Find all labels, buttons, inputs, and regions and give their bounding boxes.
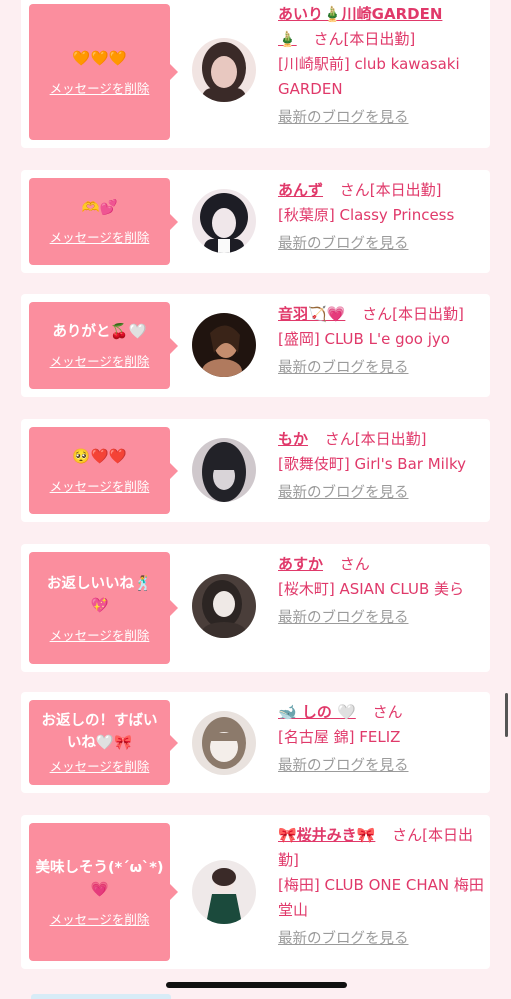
status-text: さん[本日出勤] xyxy=(324,430,427,448)
message-text: 美味しそう(*´ω`*)💗 xyxy=(35,859,164,898)
scrollbar[interactable] xyxy=(505,693,508,737)
message-text: ありがと🍒🤍 xyxy=(52,324,147,340)
girl-info: 🐋 しの 🤍 さん [名古屋 錦] FELIZ 最新のブログを見る xyxy=(278,700,488,779)
shop-name: [歌舞伎町] Girl's Bar Milky xyxy=(278,455,467,473)
message-bubble: お返しの！すばいいね🤍🎀 メッセージを削除 xyxy=(29,700,178,785)
delete-message-link[interactable]: メッセージを削除 xyxy=(50,351,150,370)
avatar[interactable] xyxy=(192,438,256,502)
delete-message-link[interactable]: メッセージを削除 xyxy=(50,227,150,246)
girl-info: 音羽🏹💗 さん[本日出勤] [盛岡] CLUB L'e goo jyo 最新のブ… xyxy=(278,302,488,381)
shop-name: [名古屋 錦] FELIZ xyxy=(278,728,401,746)
status-text: さん xyxy=(372,703,403,721)
home-indicator[interactable] xyxy=(166,982,347,988)
next-card-edge xyxy=(31,994,171,999)
delete-message-link[interactable]: メッセージを削除 xyxy=(50,476,150,495)
girl-info: あいり🎍川崎GARDEN 🎍 さん[本日出勤] [川崎駅前] club kawa… xyxy=(278,2,488,131)
latest-blog-link[interactable]: 最新のブログを見る xyxy=(278,606,488,631)
message-bubble: 🧡🧡🧡 メッセージを削除 xyxy=(29,4,178,140)
girl-info: 🎀桜井みき🎀 さん[本日出勤] [梅田] CLUB ONE CHAN 梅田堂山 … xyxy=(278,823,488,952)
girl-name-link[interactable]: 🐋 しの 🤍 xyxy=(278,703,356,721)
latest-blog-link[interactable]: 最新のブログを見る xyxy=(278,232,488,257)
message-card: 🫶💕 メッセージを削除 あんず さん[本日出勤] [秋葉原] Classy Pr… xyxy=(21,170,490,273)
avatar[interactable] xyxy=(192,711,256,775)
girl-name-link[interactable]: あんず xyxy=(278,181,323,199)
latest-blog-link[interactable]: 最新のブログを見る xyxy=(278,754,488,779)
message-card: 🥺❤️❤️ メッセージを削除 もか さん[本日出勤] [歌舞伎町] Girl's… xyxy=(21,419,490,522)
status-text: さん[本日出勤] xyxy=(313,30,416,48)
message-card: お返しいいね🕺💖 メッセージを削除 あすか さん [桜木町] ASIAN CLU… xyxy=(21,544,490,672)
delete-message-link[interactable]: メッセージを削除 xyxy=(50,756,150,775)
message-card: お返しの！すばいいね🤍🎀 メッセージを削除 🐋 しの 🤍 さん [名古屋 錦] … xyxy=(21,692,490,793)
girl-name-link[interactable]: あいり🎍川崎GARDEN xyxy=(278,5,442,23)
message-card: ありがと🍒🤍 メッセージを削除 音羽🏹💗 さん[本日出勤] [盛岡] CLUB … xyxy=(21,294,490,397)
avatar[interactable] xyxy=(192,574,256,638)
girl-name-link[interactable]: もか xyxy=(278,430,308,448)
shop-name: [桜木町] ASIAN CLUB 美ら xyxy=(278,580,465,598)
status-text: さん[本日出勤] xyxy=(339,181,442,199)
girl-info: あんず さん[本日出勤] [秋葉原] Classy Princess 最新のブロ… xyxy=(278,178,488,257)
delete-message-link[interactable]: メッセージを削除 xyxy=(50,78,150,97)
girl-info: もか さん[本日出勤] [歌舞伎町] Girl's Bar Milky 最新のブ… xyxy=(278,427,488,506)
status-text: さん xyxy=(339,555,370,573)
latest-blog-link[interactable]: 最新のブログを見る xyxy=(278,356,488,381)
shop-name: [秋葉原] Classy Princess xyxy=(278,206,455,224)
shop-name: [梅田] CLUB ONE CHAN 梅田堂山 xyxy=(278,876,484,919)
latest-blog-link[interactable]: 最新のブログを見る xyxy=(278,481,488,506)
message-card: 美味しそう(*´ω`*)💗 メッセージを削除 🎀桜井みき🎀 さん[本日出勤] [… xyxy=(21,815,490,969)
message-text: 🥺❤️❤️ xyxy=(72,449,127,465)
message-bubble: ありがと🍒🤍 メッセージを削除 xyxy=(29,302,178,389)
girl-info: あすか さん [桜木町] ASIAN CLUB 美ら 最新のブログを見る xyxy=(278,552,488,631)
sparkle-icon: 🎍 xyxy=(278,30,297,48)
message-bubble: お返しいいね🕺💖 メッセージを削除 xyxy=(29,552,178,664)
avatar[interactable] xyxy=(192,860,256,924)
message-bubble: 美味しそう(*´ω`*)💗 メッセージを削除 xyxy=(29,823,178,961)
message-text: 🫶💕 xyxy=(81,200,118,216)
message-bubble: 🥺❤️❤️ メッセージを削除 xyxy=(29,427,178,514)
girl-name-link[interactable]: 音羽🏹💗 xyxy=(278,305,345,323)
avatar[interactable] xyxy=(192,189,256,253)
shop-name: [盛岡] CLUB L'e goo jyo xyxy=(278,330,450,348)
message-card: 🧡🧡🧡 メッセージを削除 あいり🎍川崎GARDEN 🎍 さん[本日出勤] [川崎… xyxy=(21,0,490,148)
message-text: 🧡🧡🧡 xyxy=(72,50,127,67)
latest-blog-link[interactable]: 最新のブログを見る xyxy=(278,927,488,952)
message-text: お返しいいね🕺💖 xyxy=(46,575,153,614)
avatar[interactable] xyxy=(192,38,256,102)
status-text: さん[本日出勤] xyxy=(362,305,464,323)
shop-name: [川崎駅前] club kawasaki GARDEN xyxy=(278,55,460,98)
delete-message-link[interactable]: メッセージを削除 xyxy=(50,909,150,928)
message-bubble: 🫶💕 メッセージを削除 xyxy=(29,178,178,265)
avatar[interactable] xyxy=(192,313,256,377)
message-text: お返しの！すばいいね🤍🎀 xyxy=(41,713,158,751)
girl-name-link[interactable]: あすか xyxy=(278,555,323,573)
delete-message-link[interactable]: メッセージを削除 xyxy=(50,625,150,644)
latest-blog-link[interactable]: 最新のブログを見る xyxy=(278,106,488,131)
girl-name-link[interactable]: 🎀桜井みき🎀 xyxy=(278,826,375,844)
